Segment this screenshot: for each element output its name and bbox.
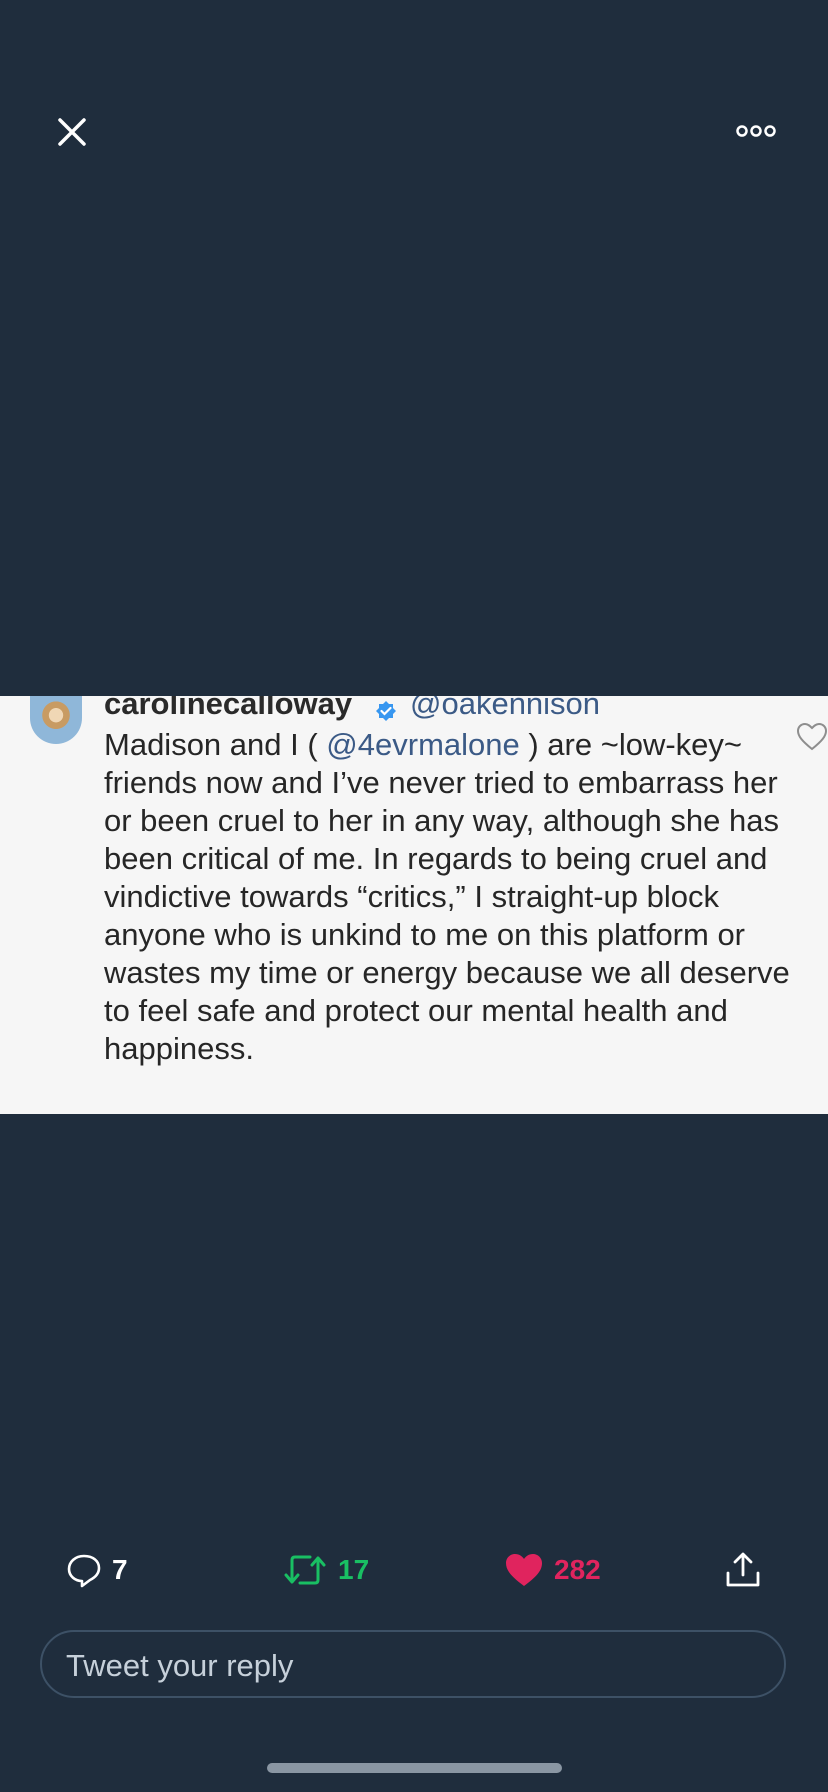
comment-text-part: Madison and I ( xyxy=(104,727,327,762)
like-count: 282 xyxy=(554,1554,601,1585)
reply-icon xyxy=(67,1554,101,1588)
more-icon xyxy=(736,125,776,137)
home-indicator[interactable] xyxy=(267,1763,562,1773)
retweet-count: 17 xyxy=(338,1554,370,1585)
reply-count: 7 xyxy=(112,1554,128,1585)
instagram-mention: @oakennison xyxy=(410,696,601,721)
retweet-button[interactable]: 17 xyxy=(282,1540,369,1600)
top-bar xyxy=(0,0,828,180)
instagram-username: carolinecalloway xyxy=(104,696,353,721)
reply-input[interactable]: Tweet your reply xyxy=(40,1630,786,1698)
reply-button[interactable]: 7 xyxy=(66,1540,128,1600)
avatar xyxy=(30,696,82,744)
comment-text-part: ) are ~low-key~ friends now and I’ve nev… xyxy=(104,727,790,1066)
retweet-icon xyxy=(284,1555,326,1585)
close-icon xyxy=(58,118,86,146)
tweet-media-image[interactable]: carolinecalloway @oakennison Madison and… xyxy=(0,696,828,1114)
like-button[interactable]: 282 xyxy=(504,1540,601,1600)
comment-mention: @4evrmalone xyxy=(326,727,520,762)
instagram-comment-text: Madison and I ( @4evrmalone ) are ~low-k… xyxy=(104,726,804,1068)
tweet-actions-bar: 7 17 282 xyxy=(0,1540,828,1600)
more-options-button[interactable] xyxy=(736,118,776,144)
share-button[interactable] xyxy=(724,1540,762,1600)
heart-icon xyxy=(506,1554,542,1586)
share-icon xyxy=(726,1552,760,1587)
close-button[interactable] xyxy=(50,110,94,154)
reply-placeholder: Tweet your reply xyxy=(66,1648,294,1683)
verified-badge-icon xyxy=(376,701,396,721)
